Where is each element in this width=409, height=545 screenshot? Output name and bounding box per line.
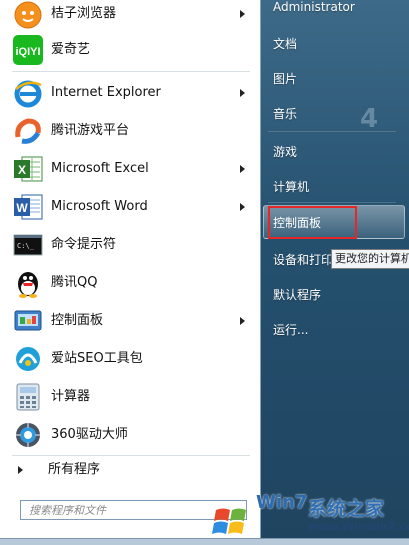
program-label: Microsoft Word (51, 199, 148, 214)
watermark-title: 系统之家 (308, 498, 385, 520)
windows-logo-icon (212, 508, 246, 534)
360-driver-icon (16, 423, 40, 447)
pictures-link[interactable]: 图片 (273, 70, 297, 87)
control-panel-icon (14, 310, 42, 331)
program-label: Internet Explorer (51, 85, 161, 100)
divider (12, 71, 250, 72)
program-label: 360驱动大师 (51, 427, 128, 442)
submenu-arrow-icon[interactable] (240, 89, 245, 97)
all-programs-label: 所有程序 (48, 462, 101, 477)
default-programs-link[interactable]: 默认程序 (273, 286, 321, 303)
qq-penguin-icon (18, 272, 38, 298)
program-item-command-prompt[interactable]: C:\_ 命令提示符 (0, 226, 260, 264)
program-label: 腾讯QQ (51, 275, 98, 290)
documents-link[interactable]: 文档 (273, 35, 297, 52)
submenu-arrow-icon[interactable] (240, 165, 245, 173)
divider (268, 202, 396, 203)
program-item-control-panel[interactable]: 控制面板 (0, 302, 260, 340)
user-name-link[interactable]: Administrator (273, 0, 355, 14)
tencent-games-icon (15, 118, 41, 144)
program-item-tencent-games[interactable]: 腾讯游戏平台 (0, 112, 260, 150)
program-label: 命令提示符 (51, 237, 117, 252)
svg-text:X: X (18, 163, 26, 177)
devices-printers-link[interactable]: 设备和打印 (273, 251, 333, 268)
program-item-qq[interactable]: 腾讯QQ (0, 264, 260, 302)
program-item-iqiyi[interactable]: iQIYI 爱奇艺 (0, 31, 260, 69)
program-label: 控制面板 (51, 313, 104, 328)
program-label: 计算器 (51, 389, 91, 404)
all-programs-button[interactable]: 所有程序 (0, 455, 260, 485)
watermark-url: www.Winwin7.com (308, 520, 409, 533)
excel-icon: X (14, 156, 43, 182)
run-link[interactable]: 运行... (273, 321, 308, 338)
program-label: 桔子浏览器 (51, 6, 117, 21)
computer-link[interactable]: 计算机 (273, 178, 309, 195)
calculator-icon (16, 383, 40, 411)
aizhan-seo-icon (16, 347, 40, 371)
program-item-word[interactable]: W Microsoft Word (0, 188, 260, 226)
games-link[interactable]: 游戏 (273, 143, 297, 160)
program-item-internet-explorer[interactable]: Internet Explorer (0, 74, 260, 112)
submenu-arrow-icon[interactable] (240, 10, 245, 18)
program-item-excel[interactable]: X Microsoft Excel (0, 150, 260, 188)
program-label: 爱站SEO工具包 (51, 351, 143, 366)
program-label: Microsoft Excel (51, 161, 149, 176)
orange-browser-icon (14, 1, 42, 29)
program-label: 腾讯游戏平台 (51, 123, 130, 138)
svg-text:iQIYI: iQIYI (15, 46, 40, 58)
program-label: 爱奇艺 (51, 42, 91, 57)
program-item-360-driver[interactable]: 360驱动大师 (0, 416, 260, 454)
programs-panel: 桔子浏览器 iQIYI 爱奇艺 Internet Explorer 腾讯游戏平台… (0, 0, 261, 545)
annotation-highlight-box (268, 206, 357, 239)
program-item-aizhan-seo[interactable]: 爱站SEO工具包 (0, 340, 260, 378)
submenu-arrow-icon[interactable] (240, 317, 245, 325)
music-link[interactable]: 音乐 (273, 105, 297, 122)
search-input[interactable] (21, 501, 244, 518)
internet-explorer-icon (14, 80, 42, 108)
watermark: Win7 系统之家 www.Winwin7.com (212, 484, 409, 544)
expand-arrow-icon (18, 466, 23, 474)
submenu-arrow-icon[interactable] (240, 203, 245, 211)
word-icon: W (14, 194, 43, 220)
svg-text:W: W (16, 201, 28, 215)
watermark-prefix: Win7 (256, 492, 308, 513)
divider (268, 131, 396, 132)
iqiyi-icon: iQIYI (13, 35, 43, 65)
program-item-orange-browser[interactable]: 桔子浏览器 (0, 0, 260, 33)
svg-text:C:\_: C:\_ (17, 242, 35, 250)
program-item-calculator[interactable]: 计算器 (0, 378, 260, 416)
command-prompt-icon: C:\_ (13, 234, 43, 256)
start-menu: 4 桔子浏览器 iQIYI 爱奇艺 Internet Explorer 腾讯游戏… (0, 0, 409, 545)
background-decoration: 4 (360, 104, 379, 134)
tooltip: 更改您的计算机 (331, 249, 409, 269)
taskbar-edge (0, 538, 409, 545)
